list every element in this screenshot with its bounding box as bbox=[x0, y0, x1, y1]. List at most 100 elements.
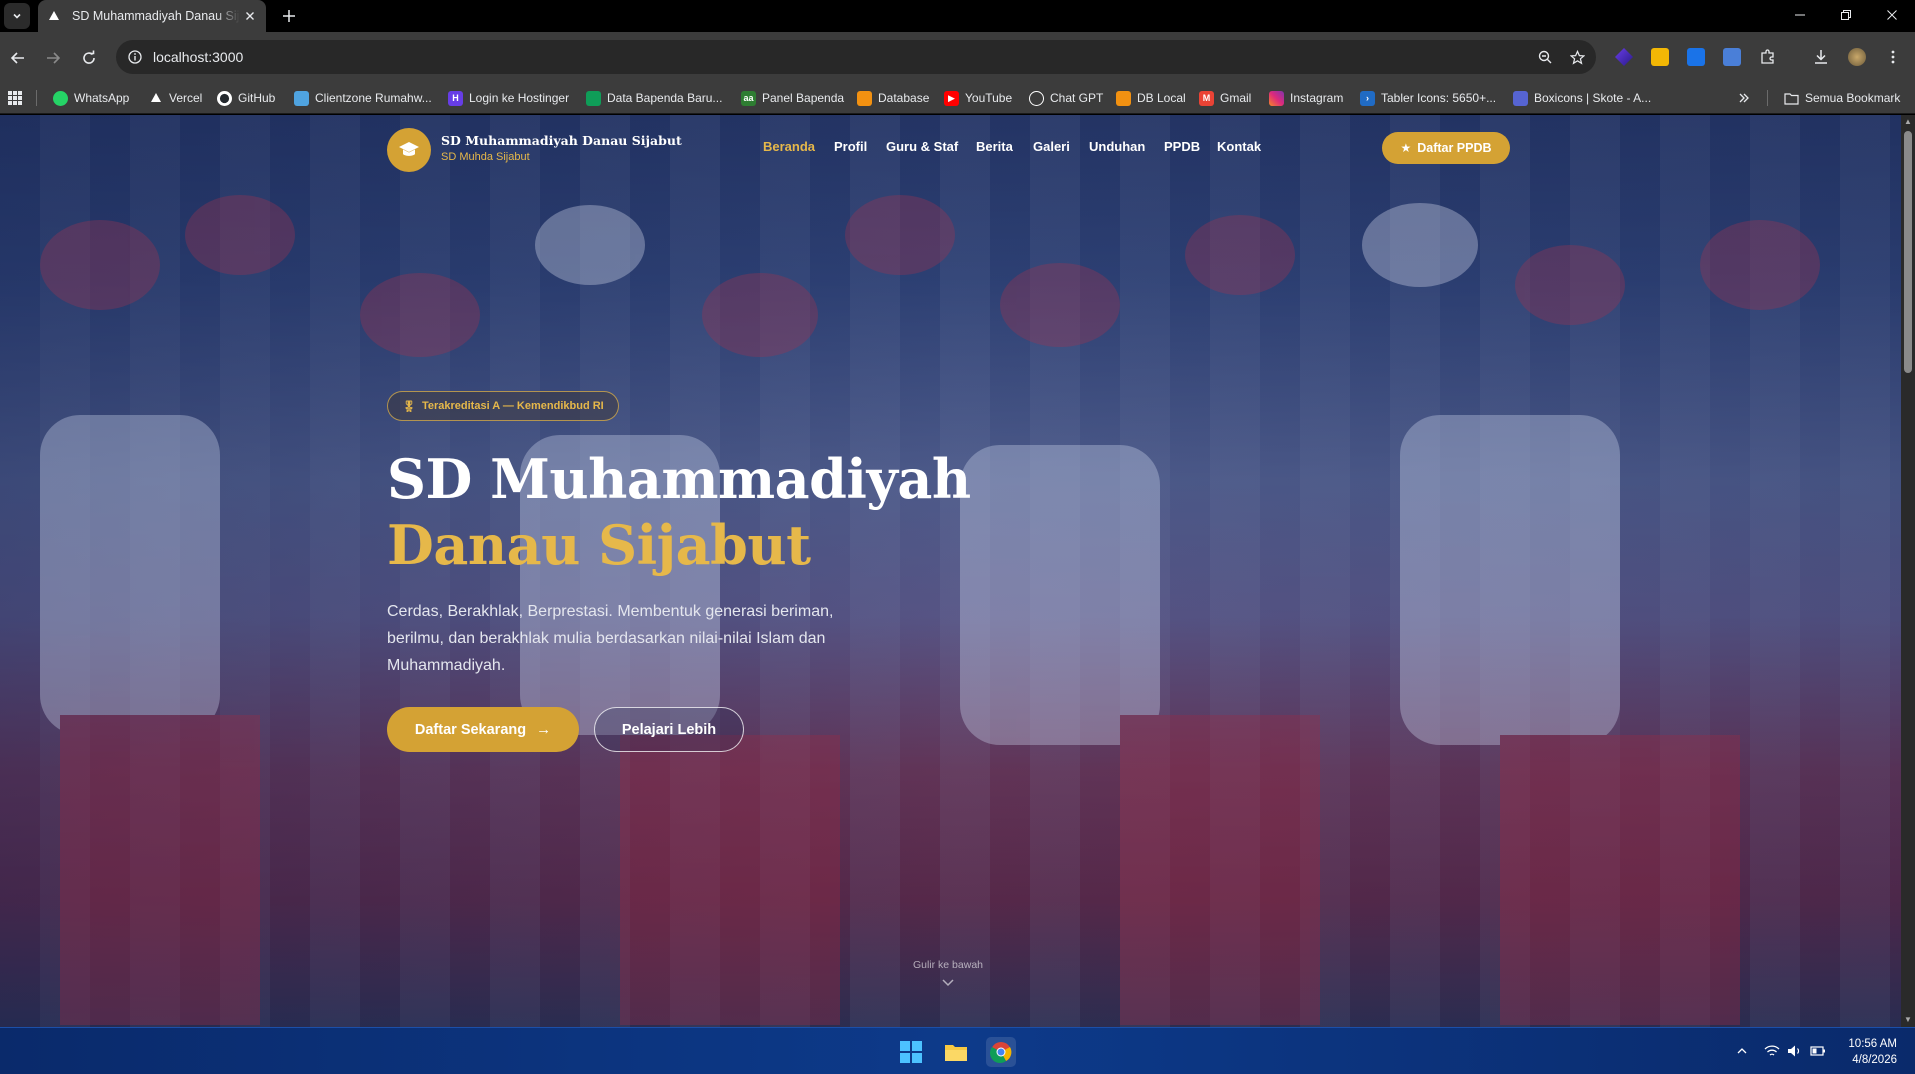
scrollbar-thumb[interactable] bbox=[1904, 131, 1912, 373]
chevron-down-icon[interactable] bbox=[940, 975, 956, 991]
browser-menu-kebab-icon[interactable] bbox=[1884, 48, 1902, 66]
bookmark-label: Tabler Icons: 5650+... bbox=[1381, 91, 1497, 105]
nav-link-unduhan[interactable]: Unduhan bbox=[1089, 139, 1145, 154]
url-text: localhost:3000 bbox=[153, 49, 244, 65]
nav-link-beranda[interactable]: Beranda bbox=[763, 139, 815, 154]
extensions-puzzle-icon[interactable] bbox=[1759, 48, 1777, 66]
bookmark-db-local[interactable]: DB Local bbox=[1116, 82, 1186, 114]
bookmark-rumahweb[interactable]: Clientzone Rumahw... bbox=[294, 82, 432, 114]
instagram-icon bbox=[1269, 90, 1284, 106]
daftar-ppdb-label: Daftar PPDB bbox=[1417, 141, 1492, 155]
bookmark-hostinger[interactable]: H Login ke Hostinger bbox=[448, 82, 569, 114]
chevron-down-icon bbox=[13, 13, 21, 19]
all-bookmarks-folder[interactable]: Semua Bookmark bbox=[1784, 82, 1900, 114]
graduation-cap-logo-icon[interactable] bbox=[387, 128, 431, 172]
wifi-icon[interactable] bbox=[1764, 1043, 1780, 1059]
extension-blue-icon[interactable] bbox=[1687, 48, 1705, 66]
nav-link-ppdb[interactable]: PPDB bbox=[1164, 139, 1200, 154]
file-explorer-icon[interactable] bbox=[941, 1037, 971, 1067]
nav-link-galeri[interactable]: Galeri bbox=[1033, 139, 1070, 154]
bookmark-tabler[interactable]: › Tabler Icons: 5650+... bbox=[1360, 82, 1496, 114]
pelajari-lebih-button[interactable]: Pelajari Lebih bbox=[594, 707, 744, 752]
bookmark-label: Chat GPT bbox=[1050, 91, 1104, 105]
restore-icon[interactable] bbox=[1823, 0, 1869, 30]
hostinger-icon: H bbox=[448, 90, 463, 106]
new-tab-plus-icon[interactable] bbox=[278, 5, 300, 27]
brand-subtitle: SD Muhda Sijabut bbox=[441, 151, 530, 163]
tab-search-button[interactable] bbox=[4, 3, 30, 29]
nav-link-kontak[interactable]: Kontak bbox=[1217, 139, 1261, 154]
volume-icon[interactable] bbox=[1787, 1043, 1803, 1059]
scroll-down-icon[interactable]: ▼ bbox=[1904, 1015, 1912, 1025]
site-info-icon[interactable] bbox=[126, 48, 144, 66]
bookmark-database[interactable]: Database bbox=[857, 82, 929, 114]
bookmark-panel-bapenda[interactable]: aa Panel Bapenda bbox=[741, 82, 844, 114]
hero-description: Cerdas, Berakhlak, Berprestasi. Membentu… bbox=[387, 603, 834, 674]
rumahweb-icon bbox=[294, 90, 309, 106]
zoom-icon[interactable] bbox=[1536, 48, 1554, 66]
tray-chevron-up-icon[interactable] bbox=[1734, 1043, 1750, 1059]
clock-time: 10:56 AM bbox=[1848, 1038, 1897, 1050]
db-local-icon bbox=[1116, 90, 1131, 106]
database-icon bbox=[857, 90, 872, 106]
bookmark-label: Panel Bapenda bbox=[762, 91, 845, 105]
browser-tab-active[interactable]: SD Muhammadiyah Danau Sijabut bbox=[38, 0, 266, 32]
windows-start-icon[interactable] bbox=[896, 1037, 926, 1067]
profile-avatar-icon[interactable] bbox=[1848, 48, 1866, 66]
system-clock[interactable]: 10:56 AM 4/8/2026 bbox=[1848, 1036, 1897, 1068]
sheets-icon bbox=[586, 90, 601, 106]
tab-close-icon[interactable] bbox=[242, 8, 258, 24]
address-bar[interactable]: localhost:3000 bbox=[116, 40, 1596, 74]
close-window-icon[interactable] bbox=[1869, 0, 1915, 30]
bookmark-github[interactable]: GitHub bbox=[217, 82, 275, 114]
github-icon bbox=[217, 90, 232, 106]
medal-icon: 🎖 bbox=[402, 400, 416, 413]
page-scrollbar[interactable]: ▲ ▼ bbox=[1901, 115, 1915, 1027]
bookmark-vercel[interactable]: Vercel bbox=[148, 82, 202, 114]
extension-yellow-icon[interactable] bbox=[1651, 48, 1669, 66]
bookmark-label: Database bbox=[878, 91, 930, 105]
download-icon[interactable] bbox=[1812, 48, 1830, 66]
bookmark-label: DB Local bbox=[1137, 91, 1186, 105]
scroll-hint-text[interactable]: Gulir ke bawah bbox=[912, 959, 984, 971]
tab-title: SD Muhammadiyah Danau Sijabut bbox=[72, 9, 240, 23]
accreditation-badge: 🎖 Terakreditasi A — Kemendikbud RI bbox=[387, 391, 619, 421]
star-icon: ★ bbox=[1400, 141, 1412, 155]
hero-title-line1: SD Muhammadiyah bbox=[387, 447, 971, 511]
gmail-icon: M bbox=[1199, 90, 1214, 106]
forward-arrow-icon[interactable] bbox=[39, 44, 67, 72]
bookmark-label: Data Bapenda Baru... bbox=[607, 91, 723, 105]
bookmark-star-icon[interactable] bbox=[1568, 48, 1586, 66]
bookmark-gmail[interactable]: M Gmail bbox=[1199, 82, 1251, 114]
bookmark-label: WhatsApp bbox=[74, 91, 130, 105]
battery-icon[interactable] bbox=[1810, 1043, 1826, 1059]
bookmark-boxicons[interactable]: Boxicons | Skote - A... bbox=[1513, 82, 1651, 114]
bookmark-label: Login ke Hostinger bbox=[469, 91, 570, 105]
extension-gem-icon[interactable] bbox=[1615, 48, 1633, 66]
daftar-sekarang-button[interactable]: Daftar Sekarang → bbox=[387, 707, 579, 752]
scroll-up-icon[interactable]: ▲ bbox=[1904, 117, 1912, 127]
back-arrow-icon[interactable] bbox=[4, 44, 32, 72]
translate-extension-icon[interactable] bbox=[1723, 48, 1741, 66]
nav-link-profil[interactable]: Profil bbox=[834, 139, 867, 154]
reload-icon[interactable] bbox=[75, 44, 103, 72]
boxicons-icon bbox=[1513, 90, 1528, 106]
apps-grid-icon[interactable] bbox=[8, 82, 22, 114]
bookmark-label: GitHub bbox=[238, 91, 276, 105]
brand-title[interactable]: SD Muhammadiyah Danau Sijabut bbox=[441, 133, 682, 148]
bookmark-chatgpt[interactable]: Chat GPT bbox=[1029, 82, 1103, 114]
nav-link-berita[interactable]: Berita bbox=[976, 139, 1013, 154]
bookmark-youtube[interactable]: ▶ YouTube bbox=[944, 82, 1012, 114]
pelajari-lebih-label: Pelajari Lebih bbox=[621, 721, 717, 738]
bookmark-instagram[interactable]: Instagram bbox=[1269, 82, 1343, 114]
daftar-ppdb-button[interactable]: ★ Daftar PPDB bbox=[1382, 132, 1510, 164]
bookmarks-bar: WhatsApp Vercel GitHub Clientzone Rumahw… bbox=[0, 82, 1915, 114]
nav-link-guru-staf[interactable]: Guru & Staf bbox=[886, 139, 958, 154]
bookmark-whatsapp[interactable]: WhatsApp bbox=[53, 82, 129, 114]
more-bookmarks-chevron-icon[interactable] bbox=[1738, 82, 1750, 114]
students-photo-illustration bbox=[40, 195, 1820, 1025]
minimize-icon[interactable] bbox=[1777, 0, 1823, 30]
chrome-taskbar-icon[interactable] bbox=[986, 1037, 1016, 1067]
bookmark-data-bapenda[interactable]: Data Bapenda Baru... bbox=[586, 82, 722, 114]
bookmarks-divider bbox=[36, 90, 37, 106]
